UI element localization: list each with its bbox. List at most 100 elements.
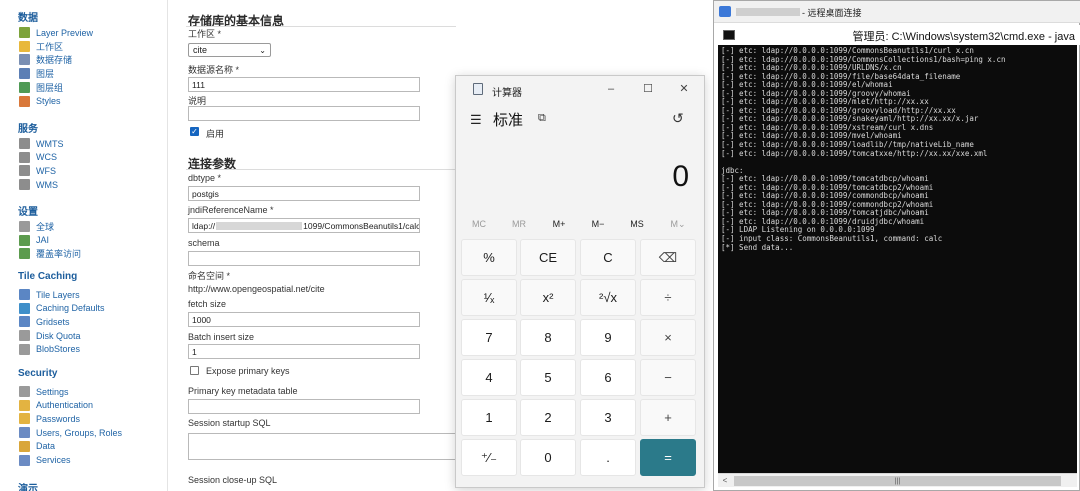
pk-table-input[interactable] xyxy=(188,399,420,414)
scrollbar-thumb[interactable]: ||| xyxy=(734,476,1061,486)
negate-key[interactable]: ⁺⁄₋ xyxy=(461,439,517,476)
sidebar-item[interactable]: Styles xyxy=(19,95,61,108)
sidebar-item[interactable]: Passwords xyxy=(19,412,80,425)
datasource-name-input[interactable]: 111 xyxy=(188,77,420,92)
decimal-key[interactable]: . xyxy=(580,439,636,476)
digit-8-key[interactable]: 8 xyxy=(520,319,576,356)
digit-4-key[interactable]: 4 xyxy=(461,359,517,396)
screen: 数据 Layer Preview 工作区 数据存储 图层 图层组 Styles 服务 WMTS W… xyxy=(0,0,1080,491)
sidebar-item[interactable]: Services xyxy=(19,454,71,467)
sidebar-item[interactable]: Tile Layers xyxy=(19,288,80,301)
sidebar-item[interactable]: WMS xyxy=(19,178,58,191)
schema-input[interactable] xyxy=(188,251,420,266)
batch-insert-input[interactable]: 1 xyxy=(188,344,420,359)
digit-6-key[interactable]: 6 xyxy=(580,359,636,396)
percent-key[interactable]: % xyxy=(461,239,517,276)
multiply-key[interactable]: × xyxy=(640,319,696,356)
sidebar-item-label: Authentication xyxy=(36,400,94,411)
console-line: [-] etc: ldap://0.0.0.0:1099/tomcatxxe/h… xyxy=(721,148,988,158)
wcs-icon xyxy=(19,151,30,163)
sidebar-item[interactable]: Users, Groups, Roles xyxy=(19,426,122,439)
history-icon[interactable]: ↺ xyxy=(672,110,684,127)
sidebar-section-title: 服务 xyxy=(18,124,38,135)
sidebar-item[interactable]: 工作区 xyxy=(19,40,63,53)
sidebar-item[interactable]: Layer Preview xyxy=(19,26,93,39)
menu-icon[interactable]: ☰ xyxy=(470,112,482,128)
digit-9-key[interactable]: 9 xyxy=(580,319,636,356)
sidebar-item[interactable]: Data xyxy=(19,440,55,453)
scroll-left-icon[interactable]: < xyxy=(719,475,731,487)
memory-button[interactable]: MC xyxy=(459,219,499,229)
digit-7-key[interactable]: 7 xyxy=(461,319,517,356)
reciprocal-key[interactable]: ¹⁄ₓ xyxy=(461,279,517,316)
sidebar-item[interactable]: Gridsets xyxy=(19,315,70,328)
dbtype-label: dbtype * xyxy=(188,173,222,183)
sidebar-item-label: Services xyxy=(36,455,71,465)
equals-key[interactable]: = xyxy=(640,439,696,476)
horizontal-scrollbar[interactable]: < ||| xyxy=(718,473,1077,487)
sidebar-item[interactable]: 图层组 xyxy=(19,81,63,94)
dbtype-input[interactable]: postgis xyxy=(188,186,420,201)
sidebar-item-label: Settings xyxy=(36,386,69,397)
subtract-key[interactable]: − xyxy=(640,359,696,396)
sidebar-item[interactable]: 图层 xyxy=(19,67,54,80)
sidebar-item[interactable]: WFS xyxy=(19,164,56,177)
redacted-host xyxy=(216,222,303,230)
memory-button[interactable]: MR xyxy=(499,219,539,229)
sidebar-item[interactable]: 全球 xyxy=(19,220,54,233)
close-icon[interactable]: ✕ xyxy=(676,81,692,97)
digit-5-key[interactable]: 5 xyxy=(520,359,576,396)
clear-entry-key[interactable]: CE xyxy=(520,239,576,276)
digit-1-key[interactable]: 1 xyxy=(461,399,517,436)
sidebar-section-title: 数据 xyxy=(18,13,38,24)
wfs-icon xyxy=(19,165,30,177)
console-line: [*] Send data... xyxy=(721,242,794,252)
layer-preview-icon xyxy=(19,27,30,38)
workspace-select[interactable]: cite ⌄ xyxy=(188,43,271,57)
fetch-size-input[interactable]: 1000 xyxy=(188,312,420,327)
description-input[interactable] xyxy=(188,106,420,121)
gridsets-icon xyxy=(19,316,30,328)
enabled-label: 启用 xyxy=(206,129,225,139)
memory-button[interactable]: MS xyxy=(617,219,657,229)
backspace-key[interactable]: ⌫ xyxy=(640,239,696,276)
digit-2-key[interactable]: 2 xyxy=(520,399,576,436)
sidebar-item[interactable]: Authentication xyxy=(19,399,93,412)
sidebar-item[interactable]: JAI xyxy=(19,234,49,247)
sidebar-item[interactable]: Disk Quota xyxy=(19,329,81,342)
sidebar-item[interactable]: Caching Defaults xyxy=(19,302,105,315)
sidebar-item[interactable]: WMTS xyxy=(19,137,64,150)
keep-on-top-icon[interactable]: ⧉ xyxy=(538,112,546,125)
enabled-checkbox[interactable]: ✓ xyxy=(190,127,199,136)
sidebar-section-title: Security xyxy=(18,368,58,379)
divide-key[interactable]: ÷ xyxy=(640,279,696,316)
square-root-key[interactable]: ²√x xyxy=(580,279,636,316)
square-key[interactable]: x² xyxy=(520,279,576,316)
sidebar-item[interactable]: 覆盖率访问 xyxy=(19,247,81,260)
memory-button[interactable]: M⌄ xyxy=(658,219,698,230)
namespace-label: 命名空间 * xyxy=(188,271,231,281)
memory-button[interactable]: M+ xyxy=(539,219,579,229)
maximize-icon[interactable]: ☐ xyxy=(640,81,656,97)
sidebar-item-label: WFS xyxy=(36,165,56,176)
startup-sql-textarea[interactable] xyxy=(188,433,478,460)
sidebar-item[interactable]: 数据存储 xyxy=(19,53,72,66)
digit-0-key[interactable]: 0 xyxy=(520,439,576,476)
startup-sql-label: Session startup SQL xyxy=(188,418,271,428)
sidebar-item[interactable]: WCS xyxy=(19,151,57,164)
cmd-icon xyxy=(723,30,735,40)
memory-button[interactable]: M− xyxy=(578,219,618,229)
digit-3-key[interactable]: 3 xyxy=(580,399,636,436)
console-output[interactable]: [-] etc: ldap://0.0.0.0:1099/CommonsBean… xyxy=(718,45,1077,473)
add-key[interactable]: + xyxy=(640,399,696,436)
jndi-input[interactable]: ldap:// 1099/CommonsBeanutils1/calc xyxy=(188,218,420,233)
minimize-icon[interactable]: – xyxy=(603,81,619,97)
workspace-select-value: cite xyxy=(193,45,208,55)
calculator-window: 计算器 – ☐ ✕ ☰ 标准 ⧉ ↺ 0 MC MR M+ M− MS M⌄ % CE C ⌫ ¹… xyxy=(455,75,705,488)
clear-key[interactable]: C xyxy=(580,239,636,276)
expose-pk-checkbox[interactable] xyxy=(190,366,199,375)
sidebar-item[interactable]: Settings xyxy=(19,385,69,398)
sidebar-item-label: Layer Preview xyxy=(36,27,94,38)
sidebar-item[interactable]: BlobStores xyxy=(19,343,80,356)
